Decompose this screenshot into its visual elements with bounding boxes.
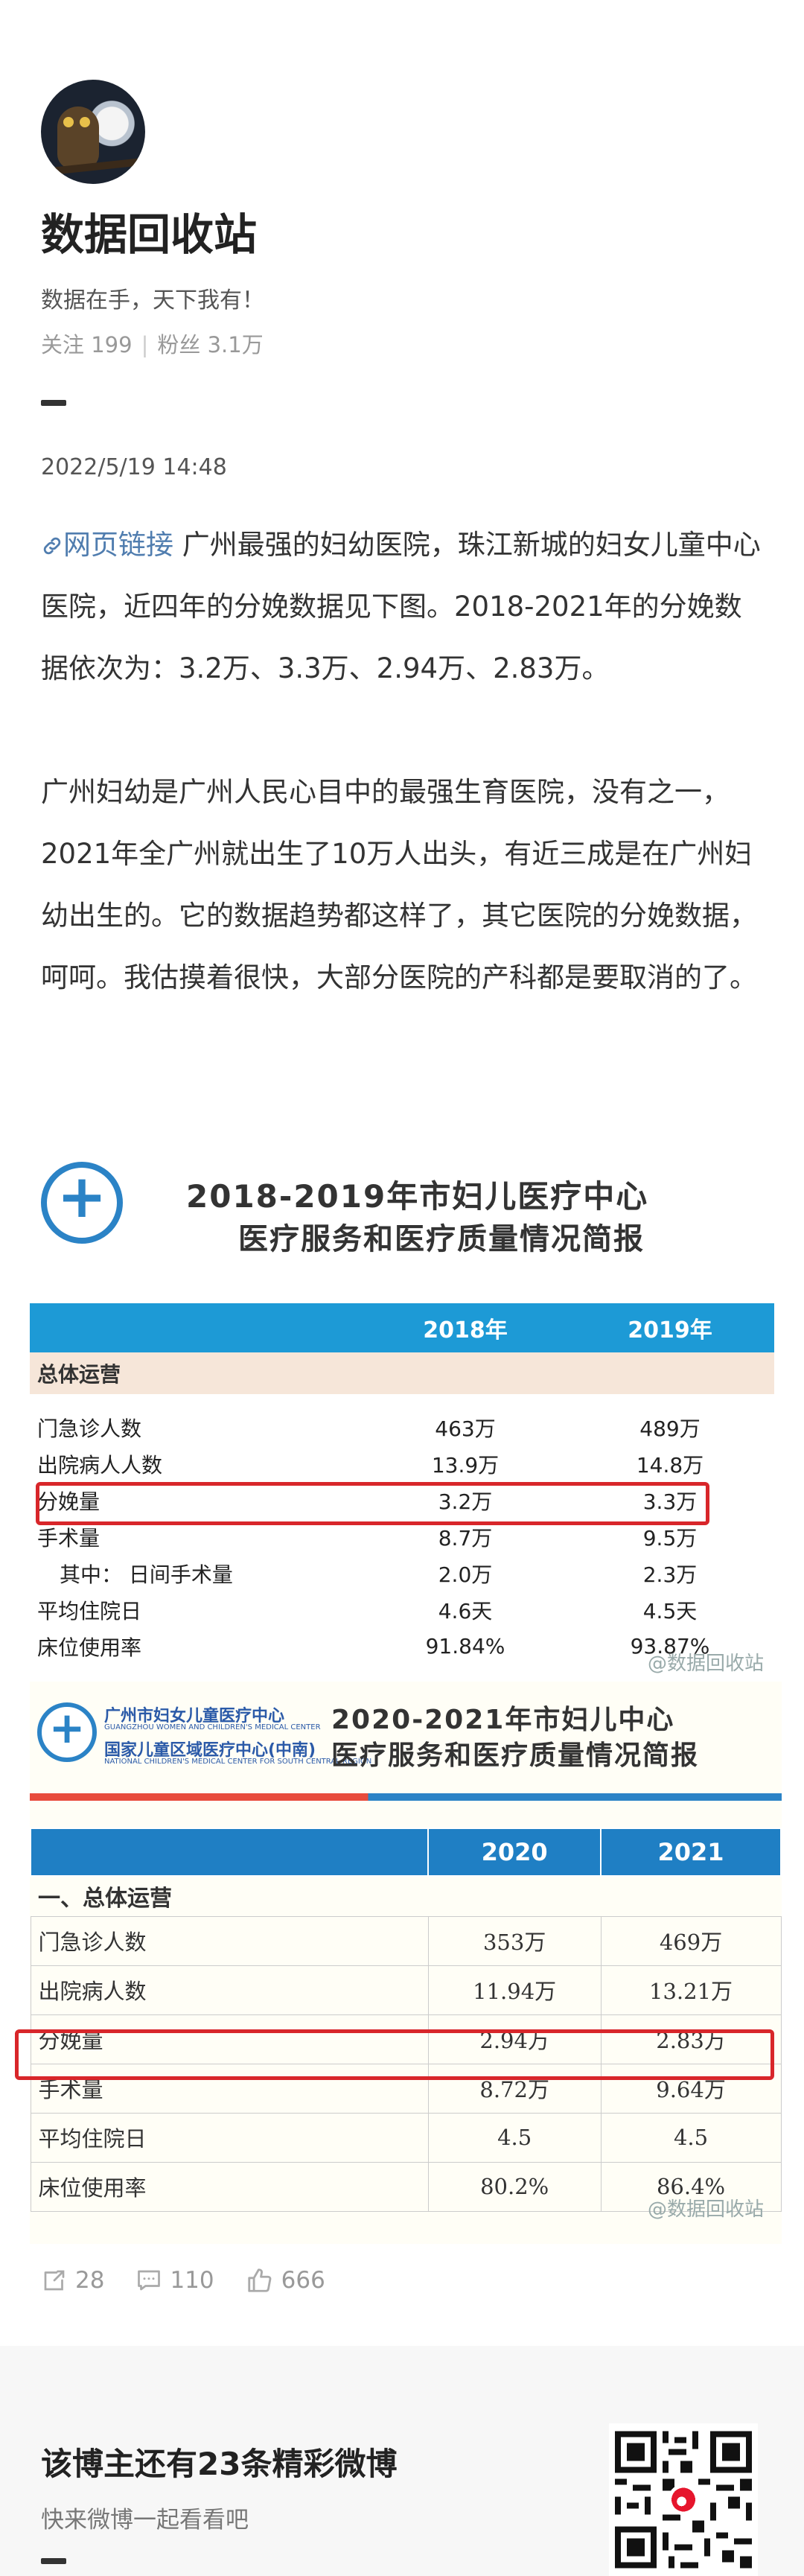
- image-watermark: @数据回收站: [648, 1653, 765, 1675]
- action-bar: 28 110 666: [41, 2266, 357, 2294]
- row-value: 2.3万: [642, 1562, 698, 1587]
- report-title-line1: 2018-2019年市妇儿医疗中心: [186, 1178, 649, 1215]
- row-value: 4.5天: [642, 1598, 698, 1623]
- comment-count: 110: [170, 2267, 214, 2294]
- table-row: 平均住院日 4.5 4.5: [30, 2112, 782, 2163]
- table-header-col: 2019年: [566, 1303, 774, 1352]
- promo-subtitle: 快来微博一起看看吧: [41, 2507, 249, 2534]
- table-row: 出院病人数 11.94万 13.21万: [30, 1965, 782, 2015]
- row-value: 13.21万: [600, 1965, 782, 2015]
- fans-count[interactable]: 粉丝 3.1万: [157, 332, 263, 357]
- color-band: [30, 1793, 782, 1801]
- section-label: 一、总体运营: [38, 1886, 172, 1912]
- report-table: 2020 2021 一、总体运营 门急诊人数 353万 469万 出院病人数 11.9…: [29, 1828, 782, 2212]
- like-button[interactable]: 666: [246, 2266, 325, 2294]
- avatar[interactable]: [41, 80, 145, 184]
- row-value: 14.8万: [636, 1452, 704, 1478]
- qr-code[interactable]: [609, 2423, 758, 2576]
- row-label: 出院病人数: [30, 1965, 429, 2015]
- post-body: 网页链接 广州最强的妇幼医院，珠江新城的妇女儿童中心医院，近四年的分娩数据见下图…: [41, 514, 763, 1008]
- row-label: 床位使用率: [30, 2161, 429, 2212]
- post-paragraph-1: 网页链接 广州最强的妇幼医院，珠江新城的妇女儿童中心医院，近四年的分娩数据见下图…: [41, 514, 763, 699]
- row-value: 469万: [600, 1915, 782, 1966]
- post-timestamp: 2022/5/19 14:48: [41, 454, 227, 480]
- table-row: 出院病人人数 13.9万 14.8万: [30, 1446, 774, 1482]
- table-header-col: 2018年: [365, 1303, 566, 1352]
- table-header-col: 2020: [427, 1828, 602, 1877]
- row-value: 489万: [639, 1416, 701, 1441]
- promo-footer: 该博主还有23条精彩微博 快来微博一起看看吧: [0, 2346, 804, 2576]
- row-label: 平均住院日: [37, 1598, 142, 1623]
- row-label: 门急诊人数: [37, 1416, 142, 1441]
- table-header-blank: [29, 1828, 430, 1877]
- row-value: 4.5: [427, 2112, 602, 2163]
- repost-button[interactable]: 28: [41, 2267, 104, 2294]
- divider-dash: [41, 400, 66, 406]
- table-row: 平均住院日 4.6天 4.5天: [30, 1591, 774, 1628]
- row-value: 2.0万: [438, 1562, 493, 1587]
- user-bio: 数据在手，天下我有！: [41, 287, 264, 314]
- report-title-line1: 2020-2021年市妇儿中心: [331, 1705, 675, 1735]
- link-icon: [43, 537, 61, 555]
- web-link-label: 网页链接: [63, 529, 173, 561]
- repost-icon: [44, 2270, 65, 2291]
- comment-button[interactable]: 110: [135, 2267, 214, 2294]
- table-header-row: 2020 2021: [29, 1828, 782, 1877]
- web-link[interactable]: 网页链接: [41, 529, 173, 561]
- row-label: 平均住院日: [30, 2112, 429, 2163]
- qr-code-icon: [609, 2425, 758, 2575]
- row-value: 353万: [427, 1915, 602, 1966]
- like-count: 666: [281, 2267, 325, 2294]
- highlight-box-delivery-2018-2019: [36, 1482, 709, 1525]
- table-row: 门急诊人数 353万 469万: [30, 1915, 782, 1966]
- org-name-1-en: GUANGZHOU WOMEN AND CHILDREN'S MEDICAL C…: [104, 1723, 321, 1731]
- owl-image: [57, 106, 99, 169]
- table-header-blank: [30, 1303, 365, 1352]
- report-title-line2: 医疗服务和医疗质量情况简报: [331, 1740, 700, 1771]
- row-value: 80.2%: [427, 2161, 602, 2212]
- table-spacer: [30, 1394, 774, 1409]
- table-row: 其中： 日间手术量 2.0万 2.3万: [30, 1555, 774, 1591]
- promo-divider: [41, 2558, 66, 2564]
- report-image-2020-2021[interactable]: 广州市妇女儿童医疗中心 GUANGZHOU WOMEN AND CHILDREN…: [29, 1682, 782, 2244]
- table-section-row: 总体运营: [30, 1352, 774, 1394]
- username[interactable]: 数据回收站: [41, 200, 257, 262]
- report-image-2018-2019[interactable]: 2018-2019年市妇儿医疗中心 医疗服务和医疗质量情况简报 2018年 20…: [30, 1151, 782, 1676]
- promo-title[interactable]: 该博主还有23条精彩微博: [41, 2439, 397, 2484]
- report-title-line2: 医疗服务和医疗质量情况简报: [238, 1222, 645, 1256]
- row-value: 463万: [435, 1416, 496, 1441]
- thumbs-up-icon: [247, 2268, 272, 2292]
- hospital-logo-icon: [41, 1162, 123, 1244]
- row-value: 13.9万: [431, 1452, 500, 1478]
- row-value: 91.84%: [425, 1634, 505, 1659]
- post-paragraph-2: 广州妇幼是广州人民心目中的最强生育医院，没有之一，2021年全广州就出生了10万…: [41, 776, 757, 993]
- table-header-col: 2021: [600, 1828, 782, 1877]
- row-value: 4.6天: [438, 1598, 493, 1623]
- table-section-row: 一、总体运营: [31, 1876, 781, 1916]
- row-value: 11.94万: [427, 1965, 602, 2015]
- row-label: 其中： 日间手术量: [60, 1562, 233, 1587]
- report-header: 2018-2019年市妇儿医疗中心 医疗服务和医疗质量情况简报: [30, 1151, 782, 1285]
- row-label: 门急诊人数: [30, 1915, 429, 1966]
- section-label: 总体运营: [30, 1352, 774, 1394]
- highlight-box-delivery-2020-2021: [15, 2029, 774, 2080]
- user-stats: 关注 199 | 粉丝 3.1万: [41, 328, 264, 359]
- table-row: 门急诊人数 463万 489万: [30, 1409, 774, 1446]
- row-label: 出院病人人数: [37, 1452, 163, 1478]
- follows-count[interactable]: 关注 199: [41, 332, 133, 357]
- report-header: 广州市妇女儿童医疗中心 GUANGZHOU WOMEN AND CHILDREN…: [30, 1682, 782, 1786]
- table-header-row: 2018年 2019年: [30, 1303, 774, 1352]
- hospital-logo-icon: [37, 1702, 97, 1762]
- row-label: 床位使用率: [37, 1635, 142, 1660]
- image-watermark: @数据回收站: [648, 2198, 765, 2221]
- repost-count: 28: [75, 2267, 105, 2294]
- stats-divider: |: [141, 332, 149, 357]
- comment-icon: [138, 2270, 161, 2291]
- row-value: 4.5: [600, 2112, 782, 2163]
